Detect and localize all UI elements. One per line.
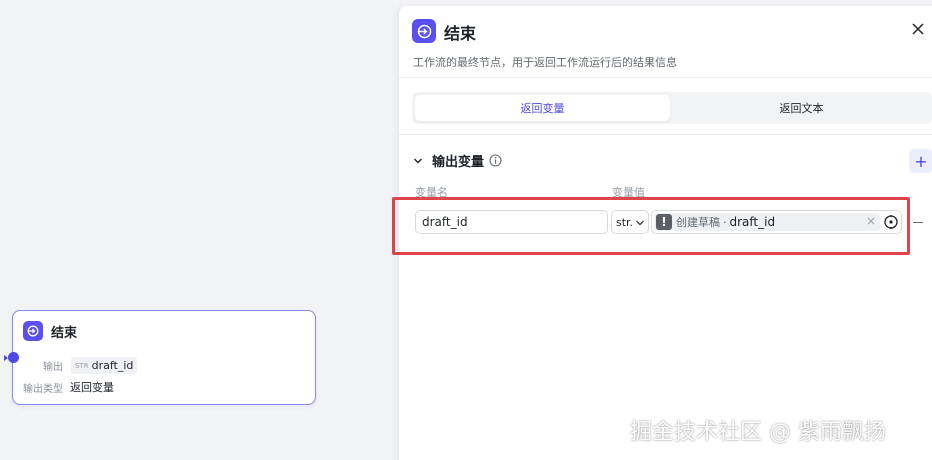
reference-source-node: 创建草稿 [676,216,720,229]
value-type-select[interactable]: str. [611,210,649,234]
close-button[interactable] [909,20,927,38]
close-icon [912,23,924,35]
value-type-text: str. [616,215,634,229]
info-icon[interactable] [489,154,502,167]
reference-variable: draft_id [729,215,776,229]
return-mode-tabs: 返回变量 返回文本 [412,92,932,124]
output-var-tag: STR draft_id [71,357,138,374]
column-label-name: 变量名 [415,186,448,199]
column-label-value: 变量值 [612,186,645,199]
tab-return-variable[interactable]: 返回变量 [415,95,670,121]
input-handle[interactable] [8,352,19,363]
variable-name-input[interactable]: draft_id [415,210,608,234]
end-node-icon [412,19,436,43]
output-var-name: draft_id [91,359,134,372]
end-node-card[interactable]: 结束 输出 STR draft_id 输出类型 返回变量 [4,310,316,405]
clear-reference-icon[interactable]: × [866,214,876,228]
reference-chip[interactable]: ! 创建草稿 · draft_id × [654,213,880,231]
add-variable-button[interactable]: + [909,149,932,173]
variable-reference-field[interactable]: ! 创建草稿 · draft_id × [651,210,902,234]
end-node-icon [23,321,43,341]
watermark: 掘金技术社区 @ 紫雨飘扬 [630,420,886,445]
variable-picker-icon[interactable] [883,214,899,230]
output-variables-header[interactable]: 输出变量 [413,151,502,170]
remove-row-icon[interactable] [913,222,923,223]
section-title: 输出变量 [432,155,485,170]
str-type-icon: STR [75,361,89,370]
node-title: 结束 [51,325,78,341]
warning-icon: ! [656,214,672,230]
reference-separator: · [723,215,727,229]
panel-header: 结束 工作流的最终节点，用于返回工作流运行后的结果信息 [399,6,932,78]
output-type-label: 输出类型 [23,383,63,395]
chevron-down-icon [636,220,644,226]
tab-return-text[interactable]: 返回文本 [674,95,929,121]
node-config-panel: 结束 工作流的最终节点，用于返回工作流运行后的结果信息 返回变量 返回文本 输出… [398,6,932,460]
output-type-value: 返回变量 [70,381,114,394]
panel-title[interactable]: 结束 [444,20,476,44]
divider [399,134,932,135]
panel-description: 工作流的最终节点，用于返回工作流运行后的结果信息 [413,56,677,69]
output-label: 输出 [43,362,63,373]
chevron-down-icon[interactable] [413,156,423,166]
